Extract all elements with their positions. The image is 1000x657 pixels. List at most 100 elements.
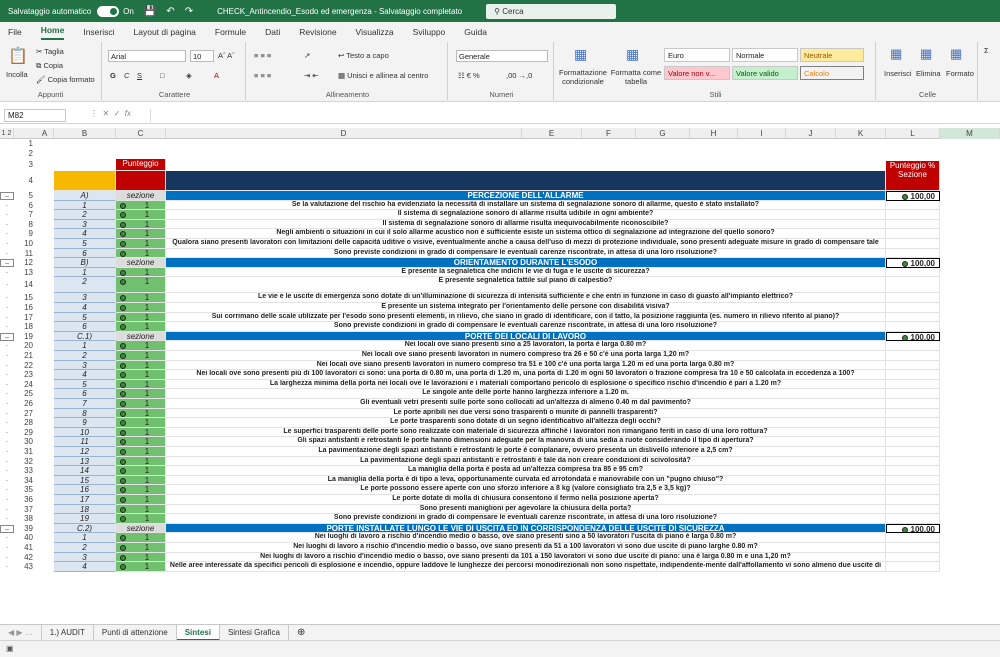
item-question[interactable]: Negli ambienti o situazioni in cui il so… (166, 229, 886, 239)
merge-button[interactable]: ▦ Unisci e allinea al centro (338, 71, 428, 80)
currency-icon[interactable]: ☷ € % (458, 71, 480, 80)
item-score-cell[interactable]: 1 (116, 562, 166, 572)
item-number[interactable]: 4 (54, 370, 116, 380)
section-title[interactable]: ORIENTAMENTO DURANTE L'ESODO (166, 258, 886, 268)
item-question[interactable]: Nelle aree interessate da specifici peri… (166, 562, 886, 572)
item-score-cell[interactable]: 1 (116, 418, 166, 428)
item-number[interactable]: 19 (54, 514, 116, 524)
copy-button[interactable]: ⧉ Copia (36, 61, 63, 71)
item-question[interactable]: Nei locali ove sono presenti più di 100 … (166, 370, 886, 380)
item-number[interactable]: 13 (54, 456, 116, 467)
item-question[interactable]: Qualora siano presenti lavoratori con li… (166, 239, 886, 249)
item-score-cell[interactable]: 1 (116, 408, 166, 419)
col-header-l[interactable]: L (886, 128, 940, 139)
item-score-cell[interactable]: 1 (116, 456, 166, 467)
tab-view[interactable]: Visualizza (356, 27, 394, 40)
section-title[interactable]: PORTE DEI LOCALI DI LAVORO (166, 331, 886, 342)
col-header-e[interactable]: E (522, 128, 582, 139)
item-number[interactable]: 3 (54, 360, 116, 371)
empty-cell[interactable] (886, 418, 940, 428)
item-number[interactable]: 2 (54, 210, 116, 220)
style-calc[interactable]: Calcolo (800, 66, 864, 80)
empty-cell[interactable] (886, 552, 940, 563)
item-number[interactable]: 12 (54, 447, 116, 457)
header-score-cell[interactable] (116, 171, 166, 191)
header-title-cell[interactable] (166, 171, 886, 191)
collapse-group-icon[interactable]: − (0, 192, 14, 201)
empty-cell[interactable] (886, 427, 940, 438)
col-header-m[interactable]: M (940, 128, 1000, 139)
delete-cells-button[interactable]: Elimina (916, 69, 941, 78)
sheet-nav-icon[interactable]: ◀ ▶ … (0, 624, 42, 641)
item-score-cell[interactable]: 1 (116, 447, 166, 457)
cut-button[interactable]: ✂ Taglia (36, 47, 64, 56)
item-number[interactable]: 6 (54, 389, 116, 399)
item-score-cell[interactable]: 1 (116, 427, 166, 438)
empty-cell[interactable] (886, 370, 940, 380)
section-pct-header[interactable]: Punteggio % Sezione (886, 161, 940, 191)
item-score-cell[interactable]: 1 (116, 248, 166, 259)
section-label[interactable]: sezione (116, 523, 166, 534)
section-code[interactable]: C.2) (54, 523, 116, 534)
empty-cell[interactable] (886, 341, 940, 351)
item-score-cell[interactable]: 1 (116, 475, 166, 486)
empty-cell[interactable] (886, 437, 940, 447)
item-number[interactable]: 17 (54, 495, 116, 505)
item-question[interactable]: Le porte dotate di molla di chiusura con… (166, 495, 886, 505)
item-number[interactable]: 9 (54, 418, 116, 428)
item-number[interactable]: 3 (54, 219, 116, 230)
item-number[interactable]: 5 (54, 379, 116, 390)
item-question[interactable]: Sono previste condizioni in grado di com… (166, 322, 886, 332)
item-question[interactable]: È presente la segnaletica che indichi le… (166, 267, 886, 278)
score-header[interactable]: Punteggio (116, 159, 166, 171)
item-question[interactable]: Le porte trasparenti sono dotate di un s… (166, 418, 886, 428)
item-number[interactable]: 8 (54, 408, 116, 419)
empty-cell[interactable] (886, 277, 940, 294)
section-label[interactable]: sezione (116, 191, 166, 201)
col-header-b[interactable]: B (54, 128, 116, 139)
section-score-cell[interactable]: 100,00 (886, 258, 940, 268)
item-number[interactable]: 4 (54, 562, 116, 572)
col-header-i[interactable]: I (738, 128, 786, 139)
section-score-cell[interactable]: 100,00 (886, 523, 940, 534)
item-question[interactable]: La pavimentazione degli spazi antistanti… (166, 447, 886, 457)
number-format-select[interactable]: Generale (456, 50, 548, 62)
sheet-tab-sintesi-grafica[interactable]: Sintesi Grafica (220, 624, 289, 641)
paste-button[interactable]: Incolla (6, 70, 28, 79)
sheet-tab-sintesi[interactable]: Sintesi (176, 624, 220, 641)
wrap-text-button[interactable]: ↩ Testo a capo (338, 51, 389, 60)
col-header-g[interactable]: G (636, 128, 690, 139)
borders-icon[interactable]: □ (160, 71, 165, 80)
item-number[interactable]: 1 (54, 533, 116, 543)
empty-cell[interactable] (886, 533, 940, 543)
item-number[interactable]: 1 (54, 200, 116, 211)
style-neutral[interactable]: Neutrale (800, 48, 864, 62)
item-score-cell[interactable]: 1 (116, 370, 166, 380)
align-top-icon[interactable]: ≡ ≡ ≡ (254, 51, 271, 60)
formula-input[interactable] (150, 109, 990, 122)
item-question[interactable]: Gli spazi antistanti e retrostanti le po… (166, 437, 886, 447)
empty-cell[interactable] (886, 475, 940, 486)
item-question[interactable]: Le porte possono essere aperte con uno s… (166, 485, 886, 495)
row-header[interactable]: 4 (0, 171, 36, 191)
item-score-cell[interactable]: 1 (116, 293, 166, 303)
col-header-c[interactable]: C (116, 128, 166, 139)
item-question[interactable]: La maniglia della porta è di tipo a leva… (166, 475, 886, 486)
item-score-cell[interactable]: 1 (116, 437, 166, 447)
row-header[interactable]: 3 (0, 159, 36, 171)
item-question[interactable]: La maniglia della porta è posta ad un'al… (166, 466, 886, 476)
empty-cell[interactable] (886, 293, 940, 303)
item-score-cell[interactable]: 1 (116, 322, 166, 332)
item-score-cell[interactable]: 1 (116, 229, 166, 239)
empty-cell[interactable] (886, 303, 940, 313)
col-header-h[interactable]: H (690, 128, 738, 139)
item-score-cell[interactable]: 1 (116, 485, 166, 495)
item-number[interactable]: 16 (54, 485, 116, 495)
empty-cell[interactable] (886, 219, 940, 230)
empty-cell[interactable] (886, 466, 940, 476)
empty-cell[interactable] (886, 360, 940, 371)
paste-icon[interactable]: 📋 (8, 46, 28, 66)
item-number[interactable]: 6 (54, 322, 116, 332)
delete-cells-icon[interactable]: ▦ (920, 46, 932, 62)
col-header-a[interactable]: A (36, 128, 54, 139)
